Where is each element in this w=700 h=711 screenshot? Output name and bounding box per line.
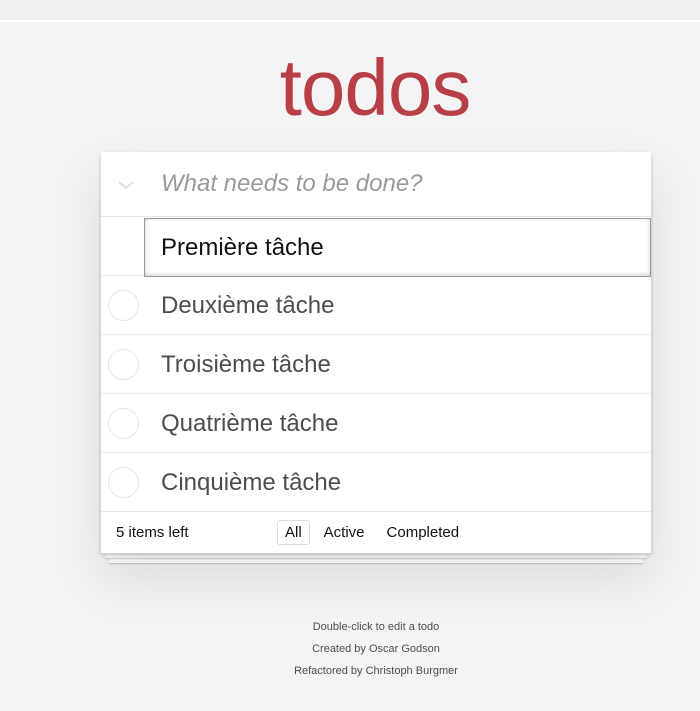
edit-field-box[interactable]: Première tâche: [144, 218, 651, 277]
info-created-by: Created by Oscar Godson: [312, 643, 440, 655]
todo-list: Première tâche Deuxième tâche Troisième …: [101, 217, 651, 512]
new-todo-input[interactable]: [161, 152, 641, 216]
todo-item: Deuxième tâche: [101, 276, 651, 335]
todo-label[interactable]: Troisième tâche: [161, 335, 331, 394]
info-footer: Double-click to edit a todo Created by O…: [0, 616, 700, 682]
todo-label[interactable]: Deuxième tâche: [161, 276, 334, 335]
todo-checkbox[interactable]: [108, 408, 139, 439]
todo-checkbox[interactable]: [108, 290, 139, 321]
new-todo-header: [101, 152, 651, 217]
filter-active[interactable]: Active: [316, 520, 373, 545]
info-refactored-by: Refactored by Christoph Burgmer: [294, 665, 458, 677]
todo-checkbox[interactable]: [108, 467, 139, 498]
todo-app-panel: Première tâche Deuxième tâche Troisième …: [101, 152, 651, 553]
todo-item: Quatrième tâche: [101, 394, 651, 453]
paper-stack-shadow-1: [105, 553, 647, 558]
info-edit-hint: Double-click to edit a todo: [312, 621, 440, 633]
todo-label[interactable]: Cinquième tâche: [161, 453, 341, 512]
todo-item: Cinquième tâche: [101, 453, 651, 512]
todo-checkbox[interactable]: [108, 349, 139, 380]
todo-footer: 5 items left All Active Completed: [101, 512, 651, 553]
todo-item-editing: Première tâche: [101, 217, 651, 277]
app-title: todos: [279, 43, 472, 132]
chevron-down-icon[interactable]: [115, 174, 137, 196]
filter-tabs: All Active Completed: [277, 520, 467, 545]
todo-item: Troisième tâche: [101, 335, 651, 394]
items-left-count: 5 items left: [116, 524, 189, 541]
edit-todo-input[interactable]: Première tâche: [161, 219, 641, 276]
filter-all[interactable]: All: [277, 520, 310, 545]
todo-label[interactable]: Quatrième tâche: [161, 394, 338, 453]
filter-completed[interactable]: Completed: [379, 520, 468, 545]
browser-top-strip: [0, 0, 700, 22]
